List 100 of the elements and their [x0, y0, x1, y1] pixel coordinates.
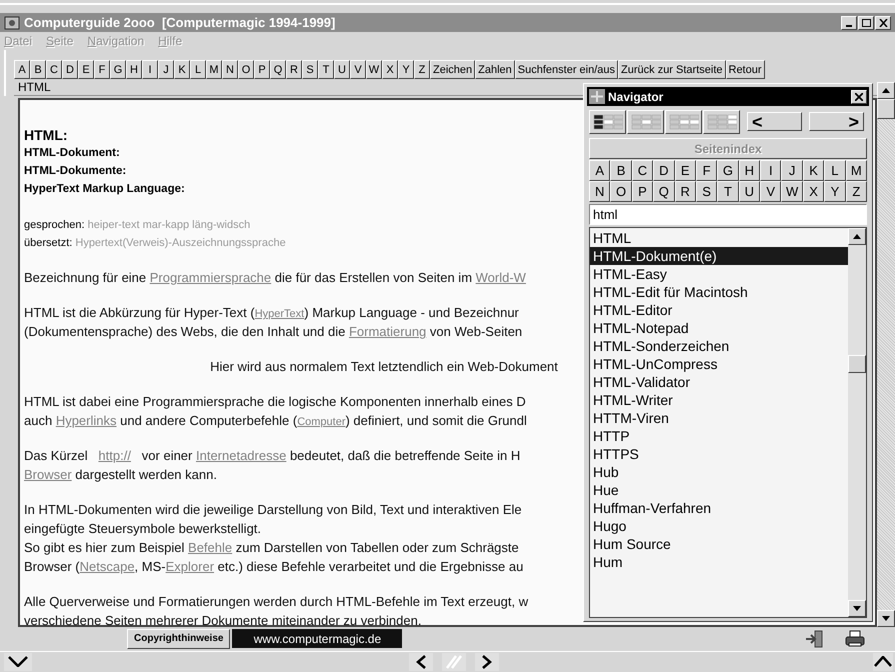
letter-button[interactable]: M: [846, 160, 867, 181]
result-item[interactable]: HTML-Validator: [590, 373, 848, 391]
result-item[interactable]: HTTM-Viren: [590, 409, 848, 427]
scroll-up-button[interactable]: [848, 228, 866, 245]
expand-button[interactable]: [873, 652, 893, 671]
letter-button[interactable]: Q: [653, 181, 675, 202]
article-link[interactable]: Formatierung: [348, 324, 426, 340]
exit-door-icon[interactable]: [805, 630, 825, 648]
letter-button[interactable]: C: [46, 60, 62, 80]
scroll-down-button[interactable]: [848, 600, 866, 617]
view-button[interactable]: [665, 110, 702, 134]
letter-button[interactable]: T: [717, 181, 739, 202]
letter-button[interactable]: V: [350, 60, 366, 80]
next-page-button[interactable]: >: [809, 112, 864, 131]
letter-button[interactable]: S: [696, 181, 718, 202]
result-item[interactable]: Hue: [590, 481, 848, 499]
result-item[interactable]: Hub: [590, 463, 848, 481]
letter-button[interactable]: E: [78, 60, 94, 80]
list-scrollbar[interactable]: [848, 228, 866, 617]
letter-button[interactable]: W: [781, 181, 803, 202]
scroll-up-button[interactable]: [877, 82, 895, 100]
letter-button[interactable]: J: [781, 160, 803, 181]
letter-button[interactable]: B: [610, 160, 632, 181]
letter-button[interactable]: N: [222, 60, 238, 80]
letter-button[interactable]: K: [174, 60, 190, 80]
copyright-button[interactable]: Copyrighthinweise: [127, 628, 230, 649]
letter-button[interactable]: A: [589, 160, 610, 181]
letter-button[interactable]: D: [62, 60, 78, 80]
search-field[interactable]: html: [589, 204, 867, 225]
maximize-button[interactable]: [858, 16, 874, 30]
result-item[interactable]: Huffman-Verfahren: [590, 499, 848, 517]
scroll-thumb[interactable]: [877, 99, 895, 120]
letter-button[interactable]: R: [674, 181, 696, 202]
letter-button[interactable]: R: [286, 60, 302, 80]
close-button[interactable]: [875, 16, 891, 30]
collapse-button[interactable]: [4, 652, 32, 671]
toolbar-button[interactable]: Zurück zur Startseite: [618, 60, 726, 80]
result-item[interactable]: HTML-Dokument(e): [590, 247, 848, 265]
result-item[interactable]: HTML-Edit für Macintosh: [590, 283, 848, 301]
article-link[interactable]: Netscape: [80, 559, 135, 574]
result-item[interactable]: Hum: [590, 553, 848, 571]
result-item[interactable]: HTML-Writer: [590, 391, 848, 409]
letter-button[interactable]: X: [382, 60, 398, 80]
letter-button[interactable]: U: [334, 60, 350, 80]
letter-button[interactable]: Z: [414, 60, 430, 80]
result-item[interactable]: HTML-Easy: [590, 265, 848, 283]
scroll-down-button[interactable]: [877, 610, 895, 628]
letter-button[interactable]: W: [366, 60, 382, 80]
toolbar-button[interactable]: Zeichen: [430, 60, 476, 80]
view-button[interactable]: [589, 110, 626, 134]
toolbar-button[interactable]: Zahlen: [475, 60, 515, 80]
letter-button[interactable]: U: [738, 181, 760, 202]
letter-button[interactable]: V: [760, 181, 782, 202]
letter-button[interactable]: O: [238, 60, 254, 80]
letter-button[interactable]: G: [110, 60, 126, 80]
letter-button[interactable]: G: [717, 160, 739, 181]
letter-button[interactable]: H: [126, 60, 142, 80]
article-link[interactable]: Browser: [24, 467, 72, 482]
article-link[interactable]: Explorer: [166, 559, 214, 574]
article-link[interactable]: http://: [98, 448, 131, 464]
close-button[interactable]: [851, 90, 867, 104]
view-button[interactable]: [627, 110, 664, 134]
letter-button[interactable]: B: [30, 60, 46, 80]
letter-button[interactable]: X: [802, 181, 824, 202]
result-item[interactable]: HTML-Notepad: [590, 319, 848, 337]
letter-button[interactable]: L: [824, 160, 846, 181]
letter-button[interactable]: P: [632, 181, 654, 202]
letter-button[interactable]: D: [653, 160, 675, 181]
back-button[interactable]: [409, 652, 433, 671]
result-item[interactable]: Hum Source: [590, 535, 848, 553]
result-item[interactable]: HTML-Sonderzeichen: [590, 337, 848, 355]
result-item[interactable]: HTML-Editor: [590, 301, 848, 319]
result-item[interactable]: Hugo: [590, 517, 848, 535]
article-link[interactable]: Befehle: [188, 540, 232, 556]
letter-button[interactable]: I: [760, 160, 782, 181]
letter-button[interactable]: O: [610, 181, 632, 202]
letter-button[interactable]: J: [158, 60, 174, 80]
article-link[interactable]: HyperText: [254, 308, 304, 320]
article-link[interactable]: World-W: [476, 270, 526, 286]
article-link[interactable]: Computer: [297, 416, 346, 428]
toolbar-button[interactable]: Retour: [726, 60, 765, 80]
letter-button[interactable]: K: [802, 160, 824, 181]
letter-button[interactable]: M: [206, 60, 222, 80]
letter-button[interactable]: I: [142, 60, 158, 80]
letter-button[interactable]: H: [738, 160, 760, 181]
letter-button[interactable]: P: [254, 60, 270, 80]
result-item[interactable]: HTTPS: [590, 445, 848, 463]
article-link[interactable]: Programmiersprache: [150, 270, 272, 286]
toolbar-button[interactable]: Suchfenster ein/aus: [514, 60, 618, 80]
letter-button[interactable]: Q: [270, 60, 286, 80]
printer-icon[interactable]: [845, 630, 865, 648]
minimize-button[interactable]: [841, 16, 857, 30]
letter-button[interactable]: F: [696, 160, 718, 181]
letter-button[interactable]: L: [190, 60, 206, 80]
result-item[interactable]: HTML: [590, 229, 848, 247]
letter-button[interactable]: Z: [846, 181, 867, 202]
letter-button[interactable]: F: [94, 60, 110, 80]
view-button[interactable]: [703, 110, 740, 134]
letter-button[interactable]: A: [14, 60, 30, 80]
scroll-thumb[interactable]: [848, 355, 866, 373]
